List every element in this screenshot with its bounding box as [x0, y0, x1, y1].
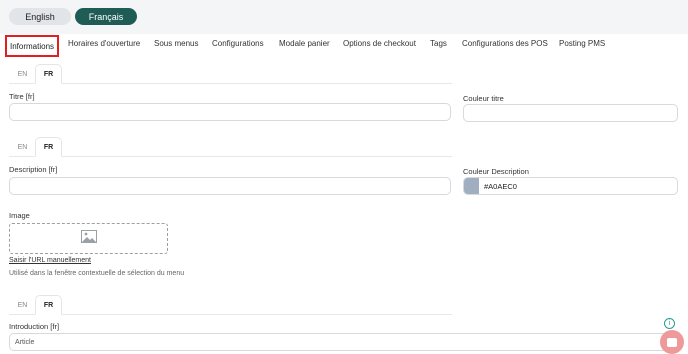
tab-tags[interactable]: Tags — [430, 39, 447, 48]
language-switcher: English Français — [0, 0, 688, 34]
title-color-label: Couleur titre — [463, 94, 504, 103]
description-color-input[interactable]: #A0AEC0 — [463, 177, 678, 195]
chat-button[interactable] — [660, 330, 684, 354]
tab-bar: Informations Horaires d'ouverture Sous m… — [0, 34, 688, 57]
info-icon[interactable]: i — [664, 318, 675, 329]
tab-posting-pms[interactable]: Posting PMS — [559, 39, 605, 48]
manual-url-link[interactable]: Saisir l'URL manuellement — [9, 257, 91, 264]
description-color-value: #A0AEC0 — [484, 181, 517, 191]
description-input[interactable] — [9, 177, 451, 195]
image-dropzone[interactable] — [9, 223, 168, 254]
french-button[interactable]: Français — [75, 8, 137, 25]
tab-checkout-options[interactable]: Options de checkout — [343, 39, 416, 48]
title-color-input[interactable] — [463, 104, 678, 122]
tab-pos-configurations[interactable]: Configurations des POS — [462, 39, 548, 48]
introduction-language-tabs: EN FR — [9, 295, 452, 315]
tab-informations[interactable]: Informations — [5, 35, 60, 57]
title-language-tabs: EN FR — [9, 64, 452, 84]
description-label: Description [fr] — [9, 165, 58, 174]
title-label: Titre [fr] — [9, 92, 35, 101]
tab-sub-menus[interactable]: Sous menus — [154, 39, 198, 48]
tab-cart-modal[interactable]: Modale panier — [279, 39, 330, 48]
image-hint: Utilisé dans la fenêtre contextuelle de … — [9, 270, 185, 277]
english-button[interactable]: English — [9, 8, 71, 25]
introduction-editor[interactable]: Article — [9, 333, 678, 351]
content-panel: Informations Horaires d'ouverture Sous m… — [0, 34, 688, 354]
description-language-tabs: EN FR — [9, 137, 452, 157]
title-lang-tab-en[interactable]: EN — [9, 64, 36, 84]
title-input[interactable] — [9, 103, 451, 121]
image-label: Image — [9, 211, 30, 220]
introduction-lang-tab-fr[interactable]: FR — [35, 295, 62, 315]
tab-configurations[interactable]: Configurations — [212, 39, 264, 48]
introduction-label: Introduction [fr] — [9, 322, 60, 331]
image-placeholder-icon — [80, 229, 97, 248]
title-lang-tab-fr[interactable]: FR — [35, 64, 62, 84]
chat-icon — [667, 337, 677, 347]
description-lang-tab-fr[interactable]: FR — [35, 137, 62, 157]
introduction-lang-tab-en[interactable]: EN — [9, 295, 36, 315]
description-color-label: Couleur Description — [463, 167, 529, 176]
description-lang-tab-en[interactable]: EN — [9, 137, 36, 157]
tab-opening-hours[interactable]: Horaires d'ouverture — [68, 39, 140, 48]
color-swatch[interactable] — [464, 178, 479, 194]
